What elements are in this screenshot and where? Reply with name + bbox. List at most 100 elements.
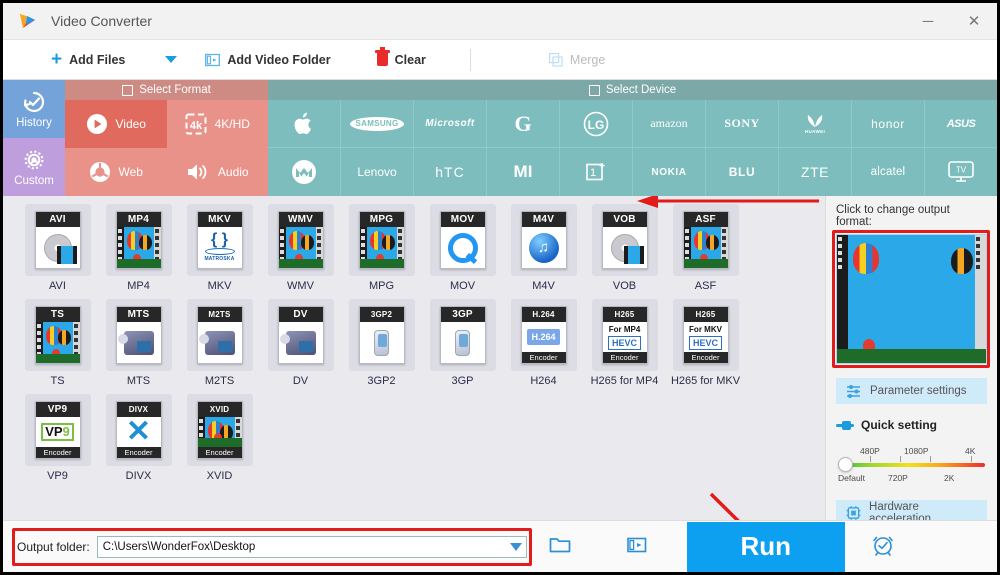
slider-knob[interactable] xyxy=(838,457,853,472)
format-icon-badge: XVID xyxy=(197,402,242,417)
format-tile[interactable]: XVID Encoder XVID xyxy=(179,394,260,482)
add-files-button[interactable]: + Add Files xyxy=(41,40,135,79)
format-tile[interactable]: WMV WMV xyxy=(260,204,341,292)
device-sony[interactable]: SONY xyxy=(706,100,779,148)
format-tile[interactable]: M4V ♫ M4V xyxy=(503,204,584,292)
format-tile-box: XVID Encoder xyxy=(186,394,253,466)
format-tile-label: H265 for MKV xyxy=(670,375,741,387)
device-oneplus[interactable]: 1 xyxy=(560,148,633,196)
format-tile[interactable]: AVI AVI xyxy=(17,204,98,292)
sidebar-item-custom[interactable]: Custom xyxy=(3,138,65,196)
format-tile[interactable]: DV DV xyxy=(260,299,341,387)
output-folder-dropdown-icon[interactable] xyxy=(509,542,522,551)
format-tile[interactable]: MTS MTS xyxy=(98,299,179,387)
device-alcatel-label: alcatel xyxy=(870,166,906,178)
toolbar-divider xyxy=(469,48,471,71)
format-tile[interactable]: DIVX ✕ Encoder DIVX xyxy=(98,394,179,482)
device-tv[interactable]: TV xyxy=(925,148,997,196)
minimize-button[interactable]: ─ xyxy=(905,3,951,39)
tv-icon: TV xyxy=(948,161,974,182)
device-blu[interactable]: BLU xyxy=(706,148,779,196)
format-tile[interactable]: M2TS M2TS xyxy=(179,299,260,387)
format-tile-box: AVI xyxy=(24,204,91,276)
format-tile[interactable]: MPG MPG xyxy=(341,204,422,292)
output-format-preview[interactable]: MP4 MP4 xyxy=(836,234,987,364)
format-icon-art xyxy=(35,227,80,268)
device-motorola[interactable] xyxy=(268,148,341,196)
sidebar-item-history[interactable]: History xyxy=(3,80,65,138)
format-tile[interactable]: MP4 MP4 xyxy=(98,204,179,292)
device-htc[interactable]: hTC xyxy=(414,148,487,196)
device-nokia[interactable]: NOKIA xyxy=(633,148,706,196)
format-icon: VP9 VP9 Encoder xyxy=(34,401,81,459)
device-zte[interactable]: ZTE xyxy=(779,148,852,196)
clear-button[interactable]: Clear xyxy=(367,40,436,79)
category-4k-hd[interactable]: 4k 4K/HD xyxy=(166,100,268,148)
format-tile[interactable]: H265 For MKV HEVC Encoder H265 for MKV xyxy=(665,299,746,387)
output-folder-input[interactable]: C:\Users\WonderFox\Desktop xyxy=(96,535,527,558)
format-tile[interactable]: 3GP2 3GP2 xyxy=(341,299,422,387)
huawei-flower-icon xyxy=(807,115,823,127)
format-icon-badge: DIVX xyxy=(116,402,161,417)
device-microsoft[interactable]: Microsoft xyxy=(414,100,487,148)
format-tile-box: MTS xyxy=(105,299,172,371)
output-settings-panel: Click to change output format: MP4 MP4 xyxy=(825,196,997,560)
device-lg[interactable]: LG xyxy=(560,100,633,148)
format-tile-box: MP4 xyxy=(105,204,172,276)
parameter-settings-button[interactable]: Parameter settings xyxy=(836,378,987,404)
format-icon: XVID Encoder xyxy=(196,401,243,459)
format-tile[interactable]: TS TS xyxy=(17,299,98,387)
alarm-clock-icon xyxy=(872,536,893,556)
category-4k-hd-label: 4K/HD xyxy=(214,117,250,131)
device-lenovo-label: Lenovo xyxy=(357,165,397,179)
format-icon-art xyxy=(35,322,80,363)
format-icon-art: For MKV HEVC xyxy=(683,322,728,352)
category-audio[interactable]: Audio xyxy=(166,148,268,196)
format-tile-box: MOV xyxy=(429,204,496,276)
format-tile-label: MP4 xyxy=(127,280,150,292)
select-device-title: Select Device xyxy=(605,84,677,96)
merge-label: Merge xyxy=(569,52,606,67)
browse-folder-button[interactable] xyxy=(549,536,571,557)
device-samsung[interactable]: SAMSUNG xyxy=(341,100,414,148)
add-files-dropdown-icon[interactable] xyxy=(165,56,178,63)
app-logo-icon xyxy=(18,12,36,30)
format-tile[interactable]: VP9 VP9 Encoder VP9 xyxy=(17,394,98,482)
slider-track xyxy=(846,463,985,467)
add-video-folder-button[interactable]: Add Video Folder xyxy=(195,40,340,79)
format-icon: DIVX ✕ Encoder xyxy=(115,401,162,459)
quality-slider[interactable]: 480P 1080P 4K Default 720P 2K xyxy=(838,444,985,488)
format-tile-label: MKV xyxy=(207,280,232,292)
format-tile[interactable]: 3GP 3GP xyxy=(422,299,503,387)
device-huawei[interactable]: HUAWEI xyxy=(779,100,852,148)
merge-button[interactable]: Merge xyxy=(539,40,615,79)
oneplus-icon: 1 xyxy=(586,163,605,181)
device-google[interactable]: G xyxy=(487,100,560,148)
format-icon: MP4 xyxy=(115,211,162,269)
quick-setting-label: Quick setting xyxy=(861,418,938,432)
device-amazon[interactable]: amazon xyxy=(633,100,706,148)
format-tile-box: ASF xyxy=(672,204,739,276)
format-tile[interactable]: MKV{ } MATROSKA MKV xyxy=(179,204,260,292)
device-asus[interactable]: ASUS xyxy=(925,100,997,148)
device-honor[interactable]: honor xyxy=(852,100,925,148)
format-tile[interactable]: MOV MOV xyxy=(422,204,503,292)
run-button[interactable]: Run xyxy=(686,521,845,572)
svg-text:LG: LG xyxy=(588,118,605,132)
format-tile[interactable]: H.264 H.264 Encoder H264 xyxy=(503,299,584,387)
schedule-button[interactable] xyxy=(871,533,895,560)
device-alcatel[interactable]: alcatel xyxy=(852,148,925,196)
format-tile[interactable]: VOB VOB xyxy=(584,204,665,292)
device-xiaomi[interactable]: MI xyxy=(487,148,560,196)
format-tile[interactable]: ASF ASF xyxy=(665,204,746,292)
category-web[interactable]: Web xyxy=(65,148,167,196)
device-apple[interactable] xyxy=(268,100,341,148)
output-format-preview-wrapper: MP4 MP4 xyxy=(832,230,990,368)
format-grid: AVI AVI MP4 MP4 MKV{ } MATROSKA MKV WMV WMV MPG MP… xyxy=(17,204,825,489)
device-huawei-label: HUAWEI xyxy=(804,129,826,134)
device-lenovo[interactable]: Lenovo xyxy=(341,148,414,196)
format-tile[interactable]: H265 For MP4 HEVC Encoder H265 for MP4 xyxy=(584,299,665,387)
category-video[interactable]: Video xyxy=(65,100,167,148)
output-preview-button[interactable] xyxy=(626,536,647,557)
close-button[interactable]: ✕ xyxy=(951,3,997,39)
